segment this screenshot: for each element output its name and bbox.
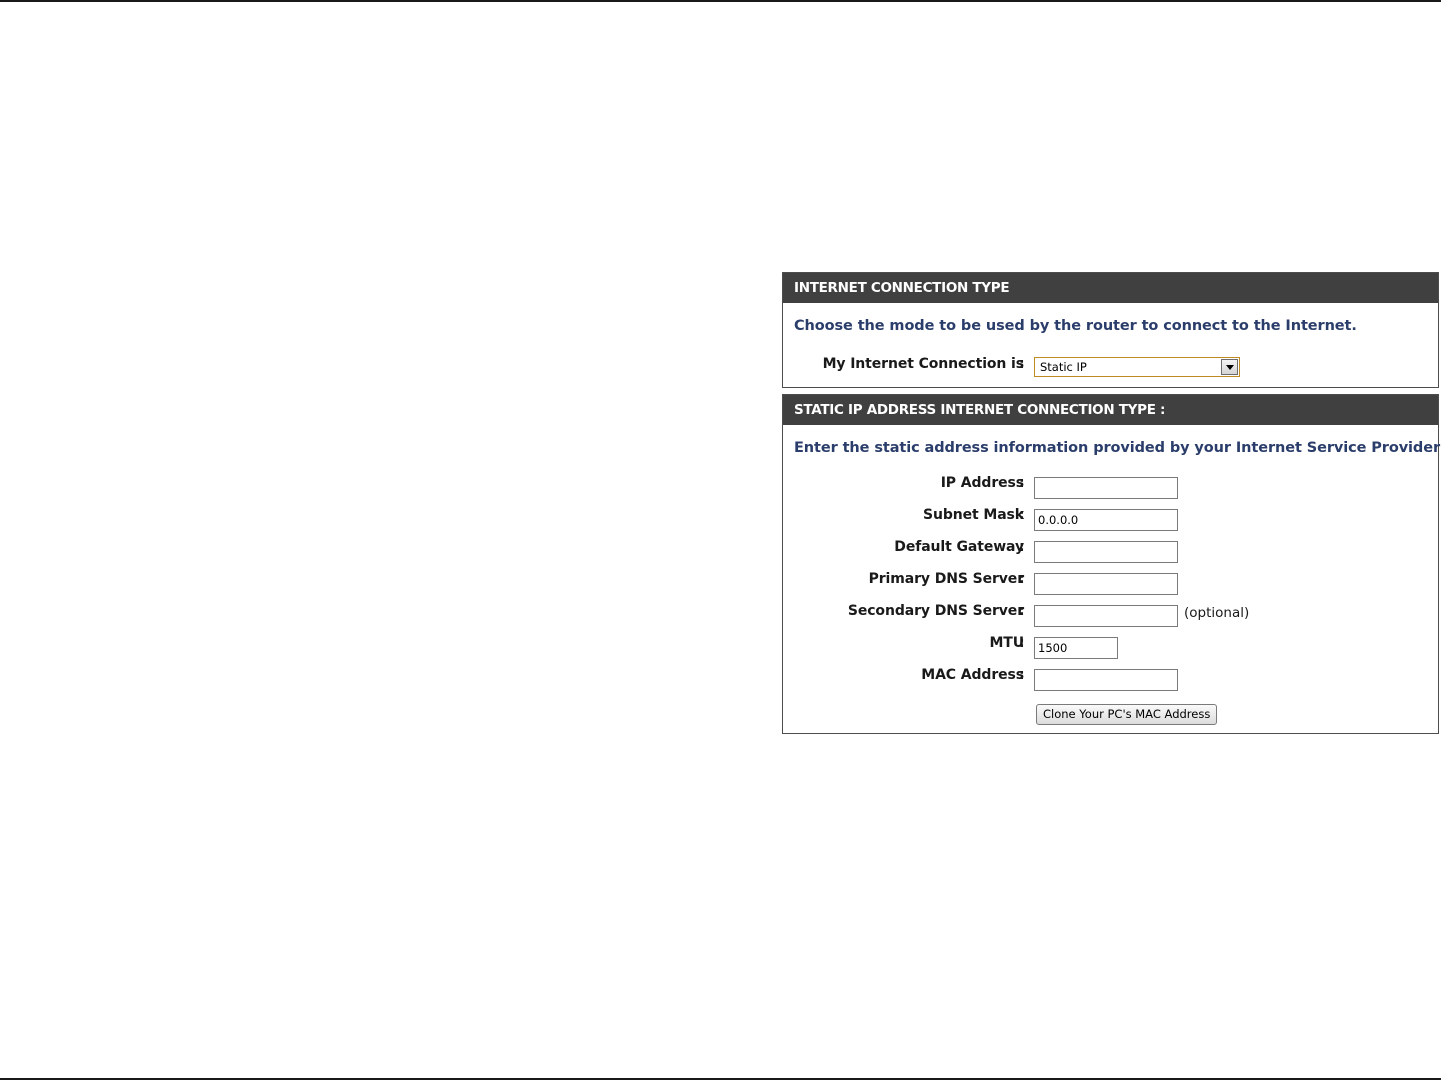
ip-address-row: IP Address : bbox=[783, 473, 1438, 499]
secondary-dns-input[interactable] bbox=[1034, 605, 1178, 627]
subnet-mask-input[interactable] bbox=[1034, 509, 1178, 531]
mtu-row: MTU : bbox=[783, 633, 1438, 659]
internet-connection-type-panel: INTERNET CONNECTION TYPE Choose the mode… bbox=[782, 272, 1439, 388]
mac-address-row: MAC Address : bbox=[783, 665, 1438, 691]
connection-mode-label: My Internet Connection is bbox=[822, 356, 1025, 372]
bottom-border-line bbox=[0, 1078, 1441, 1080]
subnet-mask-label: Subnet Mask bbox=[922, 507, 1024, 523]
label-colon: : bbox=[1019, 635, 1025, 651]
subnet-mask-row: Subnet Mask : bbox=[783, 505, 1438, 531]
primary-dns-label: Primary DNS Server bbox=[868, 571, 1025, 587]
default-gateway-label: Default Gateway bbox=[894, 539, 1024, 555]
label-colon: : bbox=[1019, 475, 1025, 491]
chevron-down-icon[interactable] bbox=[1221, 359, 1238, 375]
clone-mac-address-button[interactable]: Clone Your PC's MAC Address bbox=[1036, 704, 1218, 725]
primary-dns-input[interactable] bbox=[1034, 573, 1178, 595]
default-gateway-row: Default Gateway : bbox=[783, 537, 1438, 563]
primary-dns-row: Primary DNS Server : bbox=[783, 569, 1438, 595]
panel-description: Choose the mode to be used by the router… bbox=[794, 318, 1357, 334]
label-colon: : bbox=[1019, 539, 1025, 555]
secondary-dns-label: Secondary DNS Server bbox=[847, 603, 1024, 619]
connection-mode-select[interactable]: Static IP bbox=[1034, 357, 1240, 377]
label-colon: : bbox=[1019, 356, 1025, 372]
top-border-line bbox=[0, 0, 1441, 2]
label-colon: : bbox=[1019, 507, 1025, 523]
label-colon: : bbox=[1019, 667, 1025, 683]
mac-address-input[interactable] bbox=[1034, 669, 1178, 691]
panel-header: INTERNET CONNECTION TYPE bbox=[783, 273, 1438, 303]
ip-address-input[interactable] bbox=[1034, 477, 1178, 499]
static-ip-panel: STATIC IP ADDRESS INTERNET CONNECTION TY… bbox=[782, 394, 1441, 734]
mtu-input[interactable] bbox=[1034, 637, 1118, 659]
connection-mode-value: Static IP bbox=[1040, 360, 1087, 374]
optional-note: (optional) bbox=[1184, 605, 1250, 621]
secondary-dns-row: Secondary DNS Server : (optional) bbox=[783, 601, 1438, 627]
label-colon: : bbox=[1019, 603, 1025, 619]
label-colon: : bbox=[1019, 571, 1025, 587]
default-gateway-input[interactable] bbox=[1034, 541, 1178, 563]
mac-address-label: MAC Address bbox=[921, 667, 1024, 683]
panel-header: STATIC IP ADDRESS INTERNET CONNECTION TY… bbox=[783, 395, 1438, 425]
panel-description: Enter the static address information pro… bbox=[794, 440, 1441, 456]
ip-address-label: IP Address bbox=[940, 475, 1024, 491]
